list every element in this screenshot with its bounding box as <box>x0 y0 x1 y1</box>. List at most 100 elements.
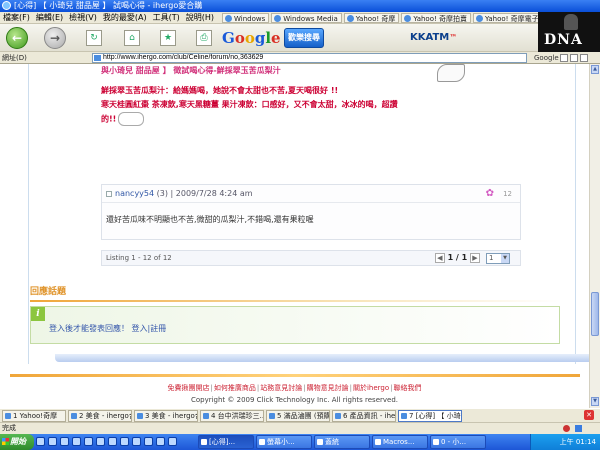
search-badge-button[interactable]: 歡樂搜尋 <box>284 28 324 48</box>
google-search-label[interactable]: Google <box>534 52 559 64</box>
ie-tab[interactable]: 3 美食 - ihergo合 <box>134 410 198 422</box>
footer-link[interactable]: 站務意見討論 <box>260 384 302 392</box>
page-current: 1 / 1 <box>447 253 468 262</box>
scroll-up-icon[interactable]: ▲ <box>591 65 599 74</box>
login-link[interactable]: 登入 <box>132 324 148 333</box>
scroll-thumb[interactable] <box>591 292 599 336</box>
close-icon[interactable] <box>580 54 588 62</box>
footer-links: 免費揪團開店|如何推廣商品|站務意見討論|購物意見討論|關於ihergo|聯絡我… <box>167 384 422 392</box>
footer-link[interactable]: 如何推廣商品 <box>214 384 256 392</box>
taskbar-item[interactable]: 0 - 小... <box>430 435 486 449</box>
search-icon[interactable] <box>560 54 568 62</box>
start-button[interactable]: 開始 <box>0 434 34 450</box>
comment-box: nancyy54 (3) | 2009/7/28 4:24 am ✿ 12 還好… <box>101 184 521 240</box>
quick-launch-icon[interactable] <box>72 437 81 446</box>
print-button[interactable]: ⎙ <box>196 30 212 46</box>
back-button[interactable]: ← <box>6 27 28 49</box>
link-windows-media[interactable]: Windows Media <box>271 13 342 23</box>
menu-help[interactable]: 說明(H) <box>183 12 217 23</box>
scroll-down-icon[interactable]: ▼ <box>591 397 599 406</box>
ie-icon <box>2 1 11 10</box>
dna-logo: DNA <box>538 12 600 52</box>
menu-file[interactable]: 檔案(F) <box>0 12 33 23</box>
checkbox-icon[interactable] <box>106 190 112 197</box>
popup-blocker-icon[interactable] <box>563 425 570 432</box>
comment-date: 2009/7/28 <box>175 189 217 198</box>
options-icon[interactable] <box>570 54 578 62</box>
ie-tab[interactable]: 4 台中洪瑞珍三... <box>200 410 264 422</box>
quick-launch-icon[interactable] <box>60 437 69 446</box>
page-viewport[interactable]: 與小琦兒 甜品屋 】 徵試喝心得-鮮採翠玉苦瓜梨汁 鮮採翠玉苦瓜梨汁：給媽媽喝，… <box>0 64 589 408</box>
quick-launch-icon[interactable] <box>96 437 105 446</box>
favorites-button[interactable]: ★ <box>160 30 176 46</box>
page-nav: ◀ 1 / 1 ▶ <box>434 253 480 263</box>
forward-arrow-icon: → <box>49 31 61 45</box>
home-button[interactable]: ⌂ <box>124 30 140 46</box>
comment-body: 還好苦瓜味不明顯也不苦,微甜的瓜梨汁,不錯喝,還有果粒喔 <box>106 215 314 224</box>
quick-launch-icon[interactable] <box>132 437 141 446</box>
reply-divider <box>30 300 560 302</box>
kkatm-logo[interactable]: KKATM™ <box>410 30 457 46</box>
taskbar-item[interactable]: 蓋統 <box>314 435 370 449</box>
quick-launch-icon[interactable] <box>84 437 93 446</box>
forward-button[interactable]: → <box>44 27 66 49</box>
emoticon-icon <box>118 112 145 126</box>
quick-launch-icon[interactable] <box>36 437 45 446</box>
quick-launch-icon[interactable] <box>108 437 117 446</box>
page-icon <box>203 413 209 419</box>
link-icon <box>476 15 484 22</box>
post-line-1: 鮮採翠玉苦瓜梨汁：給媽媽喝，她說不會太甜也不苦,夏天喝很好 !! <box>101 86 339 95</box>
footer-link[interactable]: 關於ihergo <box>353 384 389 392</box>
ie-tab[interactable]: 2 美食 - ihergo合 <box>68 410 132 422</box>
quick-launch-icon[interactable] <box>120 437 129 446</box>
window-icon <box>259 439 265 445</box>
ie-tab[interactable]: 6 產品資訊 - iher... <box>332 410 396 422</box>
page-select[interactable]: 1 ▼ <box>486 253 510 264</box>
comment-level: (3) <box>156 189 168 198</box>
prev-page-button[interactable]: ◀ <box>434 253 445 263</box>
reply-message: 登入後才能發表回應！ 登入|註冊 <box>49 324 167 333</box>
page-icon <box>269 413 275 419</box>
listing-count: Listing 1 - 12 of 12 <box>106 254 172 262</box>
link-yahoo[interactable]: Yahoo! 奇摩 <box>343 13 400 23</box>
window-titlebar: [心得] 【 小琦兒 甜品屋 】 試喝心得 - ihergo愛合購 <box>0 0 600 12</box>
link-yahoo-auction[interactable]: Yahoo! 奇摩拍賣 <box>401 13 472 23</box>
taskbar-item[interactable]: 螢幕小... <box>256 435 312 449</box>
close-tab-icon[interactable]: ✕ <box>584 410 594 420</box>
menu-view[interactable]: 檢視(V) <box>66 12 100 23</box>
window-title: [心得] 【 小琦兒 甜品屋 】 試喝心得 - ihergo愛合購 <box>14 1 203 10</box>
printer-icon: ⎙ <box>200 33 208 43</box>
google-logo[interactable]: Google <box>222 28 281 48</box>
ie-tab[interactable]: 1 Yahoo!奇摩 <box>2 410 66 422</box>
back-arrow-icon: ← <box>11 31 23 45</box>
footer-link[interactable]: 免費揪團開店 <box>168 384 210 392</box>
menu-tools[interactable]: 工具(T) <box>150 12 183 23</box>
link-icon <box>404 15 412 22</box>
menu-favorites[interactable]: 我的最愛(A) <box>100 12 150 23</box>
ie-tab[interactable]: 5 滿品滷團 (預購... <box>266 410 330 422</box>
quick-launch-icon[interactable] <box>168 437 177 446</box>
refresh-button[interactable]: ↻ <box>86 30 102 46</box>
footer-link[interactable]: 聯絡我們 <box>393 384 421 392</box>
register-link[interactable]: 註冊 <box>150 324 166 333</box>
comment-username[interactable]: nancyy54 <box>115 189 154 198</box>
quick-launch-icon[interactable] <box>48 437 57 446</box>
post-line-3: 的!! <box>101 112 501 127</box>
taskbar-item[interactable]: [心得]... <box>198 435 254 449</box>
taskbar-item[interactable]: Macros... <box>372 435 428 449</box>
menu-edit[interactable]: 編輯(E) <box>33 12 66 23</box>
window-icon <box>375 439 381 445</box>
next-page-button[interactable]: ▶ <box>470 253 480 263</box>
vertical-scrollbar[interactable]: ▲ ▼ <box>589 64 600 408</box>
link-icon <box>346 15 354 22</box>
window-icon <box>433 439 439 445</box>
ie-tab-active[interactable]: 7 [心得] 【 小琦... <box>398 410 462 422</box>
address-input[interactable]: http://www.ihergo.com/club/Celine/forum/… <box>92 53 527 63</box>
link-windows[interactable]: Windows <box>222 13 270 23</box>
quick-launch-icon[interactable] <box>156 437 165 446</box>
quick-launch-icon[interactable] <box>144 437 153 446</box>
footer-link[interactable]: 購物意見討論 <box>307 384 349 392</box>
status-bar: 完成 <box>0 422 600 434</box>
folder-icon <box>317 439 323 445</box>
clock[interactable]: 上午 01:14 <box>560 438 596 446</box>
